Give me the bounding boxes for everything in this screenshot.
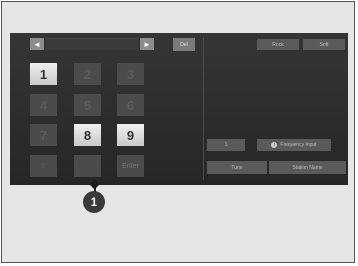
frequency-display-bar <box>46 38 138 50</box>
key-2-label: 2 <box>83 66 92 82</box>
next-arrow-button[interactable]: ► <box>140 38 154 50</box>
key-4-label: 4 <box>39 97 48 113</box>
callout-number: 1 <box>83 191 105 213</box>
top-button-2-label: Soft <box>319 41 329 48</box>
top-button-2[interactable]: Soft <box>303 39 345 50</box>
key-6[interactable]: 6 <box>117 94 144 116</box>
top-button-1[interactable]: Rock <box>257 39 299 50</box>
key-5[interactable]: 5 <box>74 94 101 116</box>
key-8[interactable]: 8 <box>74 124 101 146</box>
bottom-button-1[interactable]: Tune <box>207 161 267 174</box>
key-0[interactable]: 0 <box>30 155 57 177</box>
lower-left-button-label: 1 <box>224 142 228 148</box>
bottom-button-1-label: Tune <box>231 164 243 171</box>
key-0-label: 0 <box>41 162 46 170</box>
key-blank[interactable] <box>74 155 101 177</box>
key-4[interactable]: 4 <box>30 94 57 116</box>
key-3-label: 3 <box>126 66 135 82</box>
key-3[interactable]: 3 <box>117 63 144 85</box>
audio-screen: ◄ ► Del Rock Soft 1 2 3 4 5 6 7 8 9 0 En… <box>10 33 348 185</box>
delete-button[interactable]: Del <box>173 38 195 51</box>
top-button-1-label: Rock <box>272 41 284 48</box>
left-arrow-icon: ◄ <box>33 39 41 49</box>
enter-key[interactable]: Enter <box>117 155 144 177</box>
right-arrow-icon: ► <box>143 39 151 49</box>
key-8-label: 8 <box>83 127 92 143</box>
prev-arrow-button[interactable]: ◄ <box>30 38 44 50</box>
key-9[interactable]: 9 <box>117 124 144 146</box>
lower-left-button[interactable]: 1 <box>207 139 245 151</box>
panel-divider <box>203 38 204 180</box>
info-icon: i <box>271 142 278 148</box>
key-5-label: 5 <box>83 97 92 113</box>
delete-label: Del <box>180 41 188 48</box>
enter-key-label: Enter <box>122 162 139 170</box>
bottom-button-2-label: Station Name <box>292 164 323 171</box>
key-2[interactable]: 2 <box>74 63 101 85</box>
info-button-label: Frequency Input <box>280 142 317 148</box>
key-1[interactable]: 1 <box>30 63 57 85</box>
info-button[interactable]: i Frequency Input <box>257 139 331 151</box>
key-1-label: 1 <box>39 66 48 82</box>
key-7[interactable]: 7 <box>30 124 57 146</box>
callout-number-label: 1 <box>90 195 98 209</box>
key-9-label: 9 <box>126 127 135 143</box>
key-6-label: 6 <box>126 97 135 113</box>
key-7-label: 7 <box>39 127 48 143</box>
bottom-button-2[interactable]: Station Name <box>269 161 346 174</box>
